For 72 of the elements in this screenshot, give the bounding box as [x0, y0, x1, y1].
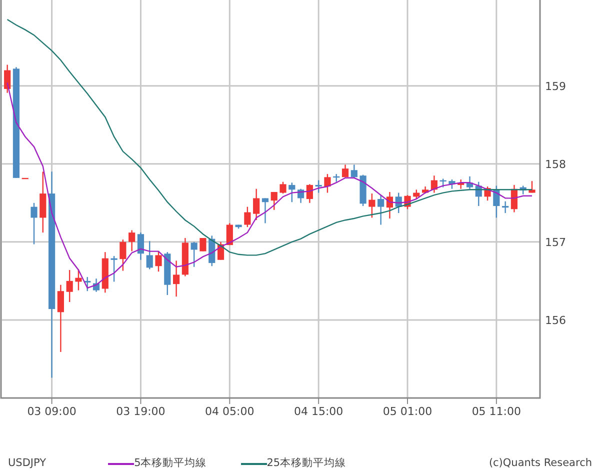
- candlestick: [368, 194, 376, 218]
- candlestick: [84, 277, 91, 292]
- axis-label: 158: [545, 158, 566, 171]
- candlestick: [324, 174, 331, 193]
- candlestick: [386, 192, 394, 218]
- candlestick: [270, 192, 278, 210]
- legend-label: 5本移動平均線: [134, 456, 207, 472]
- candlestick: [440, 178, 446, 188]
- candlestick: [200, 238, 206, 252]
- axis-label: 04 15:00: [294, 405, 344, 418]
- candlestick: [342, 164, 349, 178]
- axis-label: 157: [545, 236, 566, 249]
- candlestick: [306, 184, 313, 203]
- candlestick: [75, 269, 82, 290]
- candlestick: [235, 224, 242, 229]
- candlestick: [350, 164, 358, 178]
- candlestick: [120, 240, 126, 271]
- candlestick: [226, 223, 233, 246]
- candlestick: [244, 206, 251, 228]
- candlestick: [422, 186, 429, 194]
- axis-label: 05 11:00: [472, 405, 522, 418]
- candlestick: [528, 181, 536, 193]
- candlestick: [146, 241, 153, 270]
- axis-label: 05 01:00: [382, 405, 432, 418]
- axis-label: 159: [545, 80, 566, 93]
- candlestick: [190, 242, 198, 267]
- candlestick: [395, 192, 402, 214]
- candlestick: [217, 242, 224, 260]
- candlestick: [155, 251, 162, 272]
- candlestick: [208, 236, 216, 266]
- candlestick: [137, 232, 144, 260]
- axis-label: 04 05:00: [205, 405, 254, 418]
- candlestick: [404, 195, 411, 210]
- candlestick: [315, 180, 322, 193]
- candlestick: [466, 176, 474, 189]
- axis-label: 156: [545, 314, 566, 327]
- candlestick: [253, 188, 260, 220]
- candlestick: [520, 186, 526, 194]
- candlestick: [298, 188, 304, 203]
- candlestick: [413, 190, 420, 199]
- candlestick: [173, 260, 180, 297]
- candlestick: [128, 230, 136, 252]
- candlestick: [510, 184, 518, 212]
- candlestick: [4, 64, 11, 93]
- candlestick: [110, 256, 118, 282]
- legend-label: 25本移動平均線: [266, 456, 346, 472]
- copyright-text: (c)Quants Research: [488, 456, 592, 472]
- candlestick: [182, 238, 188, 276]
- candlestick: [484, 186, 491, 201]
- candlestick: [493, 186, 500, 218]
- axis-label: 03 19:00: [116, 405, 166, 418]
- candlestick: [333, 174, 340, 182]
- candlestick: [360, 174, 366, 206]
- candlestick: [22, 177, 28, 180]
- candlestick: [40, 172, 46, 233]
- candlestick: [430, 176, 438, 193]
- candlestick: [102, 252, 108, 293]
- candlestick: [475, 182, 482, 206]
- candlestick: [502, 201, 509, 214]
- candlestick: [92, 278, 100, 292]
- candlestick: [66, 270, 73, 302]
- candlestick: [280, 182, 286, 194]
- candlestick: [30, 202, 38, 244]
- candlestick: [458, 180, 464, 189]
- candlestick: [262, 198, 269, 224]
- candlestick: [57, 284, 64, 352]
- legend-label: USDJPY: [8, 456, 46, 472]
- candlestick: [164, 252, 171, 295]
- axis-label: 03 09:00: [27, 405, 76, 418]
- candlestick: [288, 182, 296, 202]
- candlestick: [448, 180, 456, 189]
- candlestick: [378, 195, 384, 225]
